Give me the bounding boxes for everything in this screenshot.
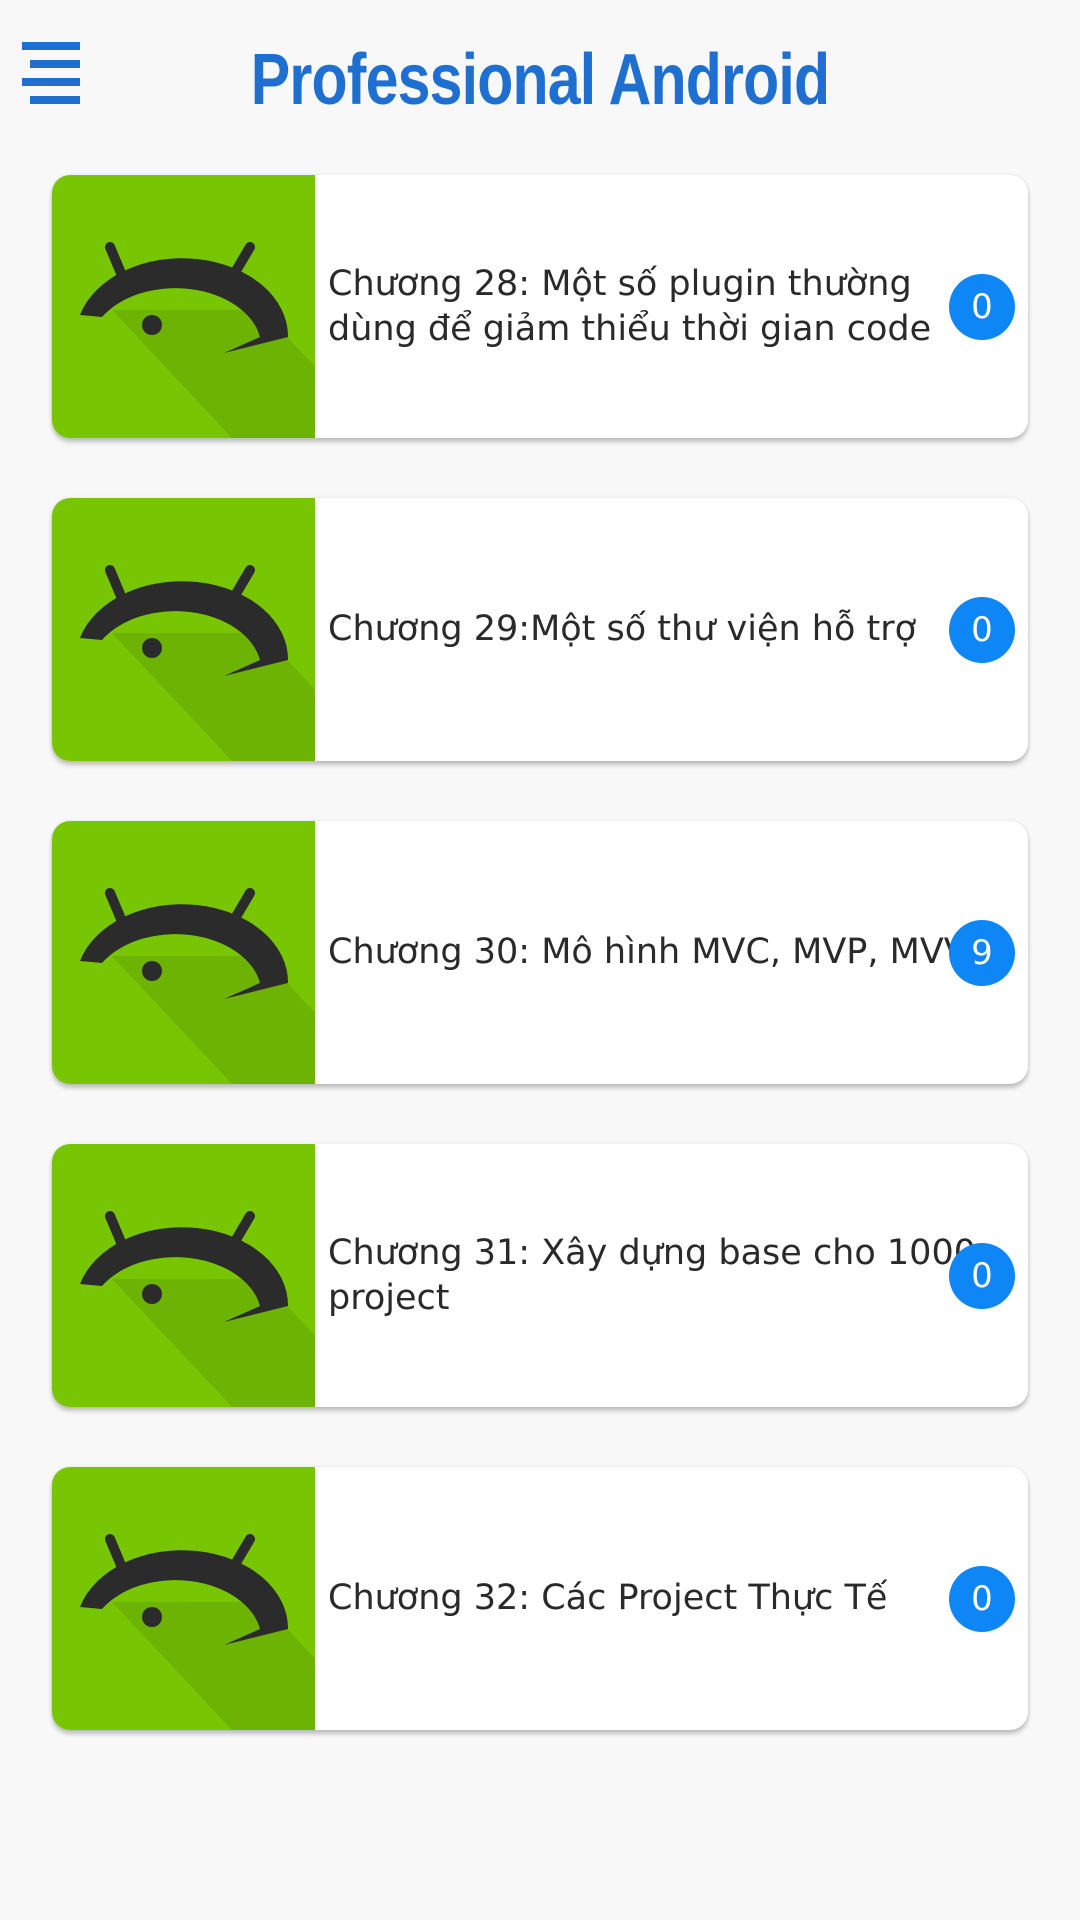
chapter-thumbnail [52,175,315,438]
count-badge: 0 [949,274,1015,340]
chapter-title-text: Chương 31: Xây dựng base cho 1000 projec… [328,1232,976,1318]
android-icon [80,1534,315,1730]
android-icon [80,888,315,1084]
chapter-card[interactable]: Chương 29:Một số thư viện hỗ trợ 0 [52,498,1028,761]
count-badge: 0 [949,1243,1015,1309]
chapter-thumbnail [52,498,315,761]
chapter-title-text: Chương 28: Một số plugin thường dùng để … [328,263,932,349]
chapter-card[interactable]: Chương 32: Các Project Thực Tế 0 [52,1467,1028,1730]
chapter-thumbnail [52,821,315,1084]
count-badge: 9 [949,920,1015,986]
chapter-title: Chương 32: Các Project Thực Tế [328,1467,998,1730]
chapter-card[interactable]: Chương 28: Một số plugin thường dùng để … [52,175,1028,438]
count-badge: 0 [949,1566,1015,1632]
chapter-title: Chương 31: Xây dựng base cho 1000 projec… [328,1144,998,1407]
chapter-title-text: Chương 30: Mô hình MVC, MVP, MVVM [328,932,998,972]
app-bar: Professional Android [0,0,1080,160]
chapter-card[interactable]: Chương 30: Mô hình MVC, MVP, MVVM 9 [52,821,1028,1084]
android-icon [80,242,315,438]
chapter-title: Chương 29:Một số thư viện hỗ trợ [328,498,998,761]
chapter-title-text: Chương 32: Các Project Thực Tế [328,1578,888,1618]
chapter-thumbnail [52,1144,315,1407]
chapter-title-text: Chương 29:Một số thư viện hỗ trợ [328,609,917,649]
chapter-list: Chương 28: Một số plugin thường dùng để … [52,175,1028,1790]
chapter-thumbnail [52,1467,315,1730]
count-badge: 0 [949,597,1015,663]
menu-button[interactable] [22,42,82,104]
chapter-title: Chương 30: Mô hình MVC, MVP, MVVM [328,821,998,1084]
android-icon [80,1211,315,1407]
android-icon [80,565,315,761]
page-title: Professional Android [250,40,830,120]
hamburger-menu-icon [22,42,80,104]
chapter-card[interactable]: Chương 31: Xây dựng base cho 1000 projec… [52,1144,1028,1407]
chapter-title: Chương 28: Một số plugin thường dùng để … [328,175,998,438]
